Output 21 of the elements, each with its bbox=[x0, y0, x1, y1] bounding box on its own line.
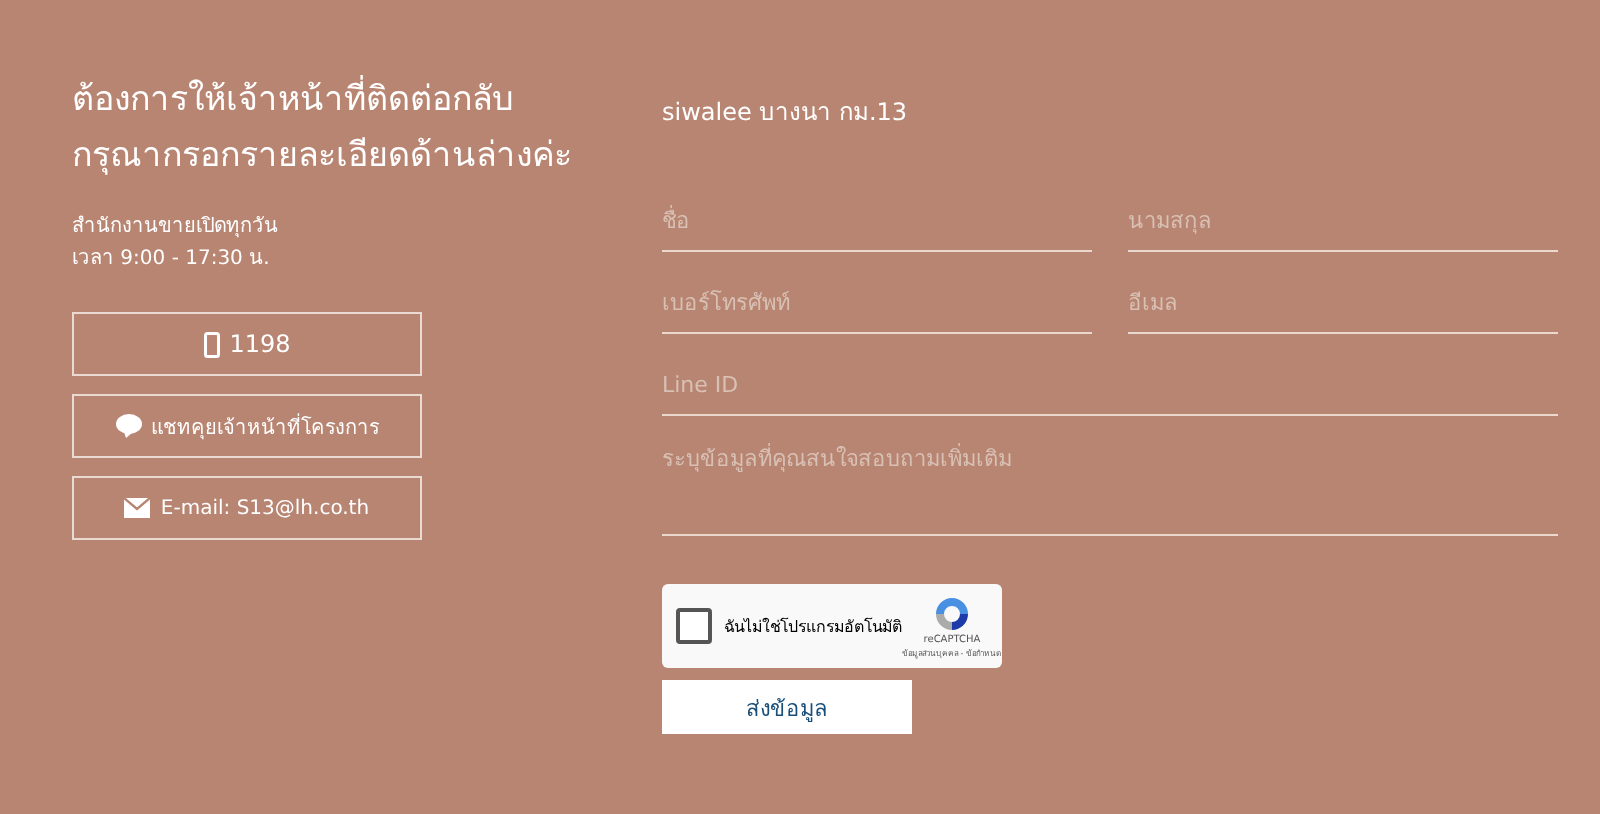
heading-line: กรุณากรอกรายละเอียดด้านล่างค่ะ bbox=[72, 134, 572, 180]
captcha-label: ฉันไม่ใช่โปรแกรมอัตโนมัติ bbox=[724, 615, 902, 639]
recaptcha-logo-icon bbox=[932, 593, 972, 633]
input-field[interactable]: นามสกุล bbox=[1128, 190, 1558, 252]
email-button[interactable]: E-mail: S13@lh.co.th bbox=[72, 476, 422, 540]
input-field[interactable]: อีเมล bbox=[1128, 272, 1558, 334]
input-field[interactable]: เบอร์โทรศัพท์ bbox=[662, 272, 1092, 334]
phone-icon bbox=[203, 331, 220, 357]
captcha-checkbox[interactable] bbox=[676, 608, 712, 644]
line-button[interactable]: แชทคุยเจ้าหน้าที่โครงการ bbox=[72, 394, 422, 458]
message-field[interactable]: ระบุข้อมูลที่คุณสนใจสอบถามเพิ่มเติม bbox=[662, 436, 1558, 536]
project-name: siwalee บางนา กม.13 bbox=[662, 96, 910, 130]
heading-line: ต้องการให้เจ้าหน้าที่ติดต่อกลับ bbox=[72, 72, 572, 128]
input-field[interactable]: ชื่อ bbox=[662, 190, 1092, 252]
opening-hours-text: สำนักงานขายเปิดทุกวัน bbox=[72, 213, 278, 242]
opening-hours-text: เวลา 9:00 - 17:30 น. bbox=[72, 246, 272, 274]
chat-bubble-icon bbox=[115, 414, 141, 438]
input-field[interactable]: Line ID bbox=[662, 354, 1558, 416]
envelope-icon bbox=[124, 498, 151, 518]
phone-button[interactable]: 1198 bbox=[72, 312, 422, 376]
submit-button[interactable]: ส่งข้อมูล bbox=[662, 680, 912, 734]
